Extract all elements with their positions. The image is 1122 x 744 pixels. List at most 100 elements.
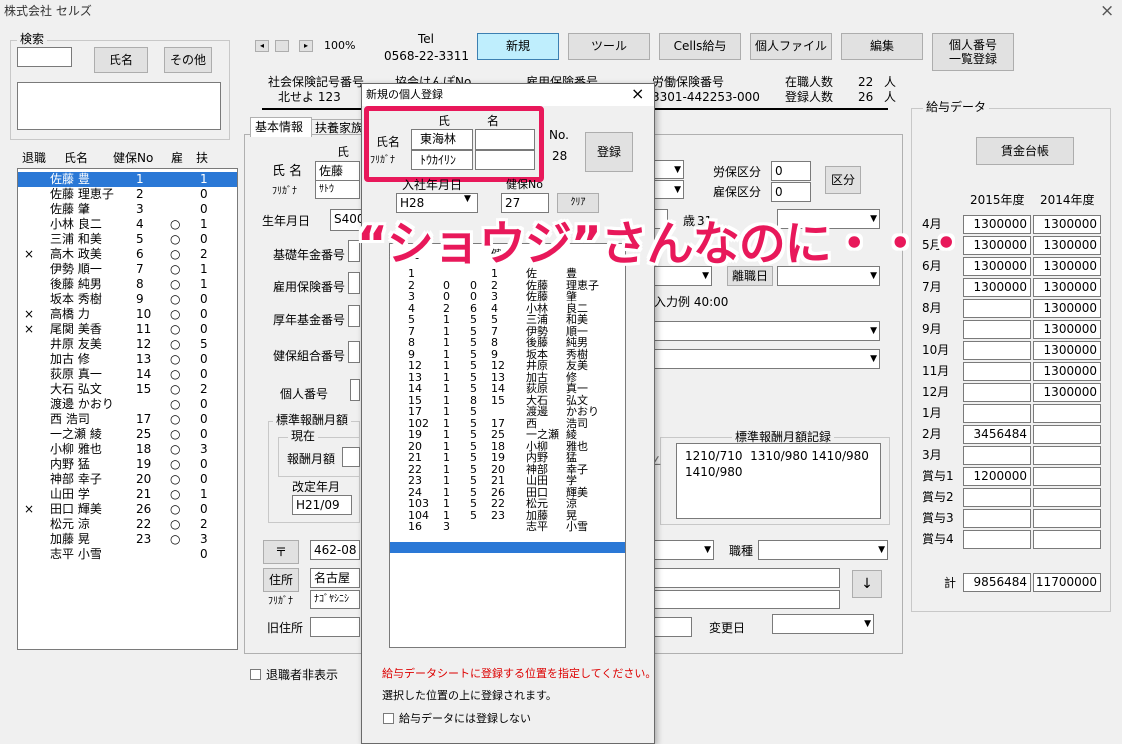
salary-cell-2015[interactable]: 3456484	[963, 425, 1031, 444]
kenpo-no-field[interactable]: 27	[501, 193, 549, 213]
employee-row[interactable]: × 高橋 力 10 ○ 0	[18, 307, 237, 322]
dialog-register-list[interactable]: 社健 1 1 佐豊 2 0 0 2 佐藤 理恵子 3 0 0 3 佐藤肇 4 2 6 4 小林 良二 5 1 5 5 三浦 和美 7 1…	[389, 243, 626, 648]
employee-row[interactable]: 神部 幸子 20 ○ 0	[18, 472, 237, 487]
address-field[interactable]: 名古屋	[310, 568, 360, 588]
tab-basic-info[interactable]: 基本情報	[250, 117, 312, 137]
old-address-field[interactable]	[310, 617, 360, 637]
employee-row[interactable]: × 田口 輝美 26 ○ 0	[18, 502, 237, 517]
window-close-button[interactable]: ×	[1100, 3, 1114, 20]
koyo-insurance-field[interactable]	[348, 272, 360, 294]
salary-cell-2014[interactable]: 1300000	[1033, 236, 1101, 255]
employee-row[interactable]: 荻原 真一 14 ○ 0	[18, 367, 237, 382]
address-down-button[interactable]: ↓	[852, 570, 882, 598]
employee-row[interactable]: 小柳 雅也 18 ○ 3	[18, 442, 237, 457]
address-field-right[interactable]	[654, 568, 840, 588]
salary-cell-2015[interactable]: 1300000	[963, 236, 1031, 255]
rosai-field[interactable]: 0	[771, 161, 811, 181]
salary-cell-2014[interactable]	[1033, 509, 1101, 528]
salary-cell-2014[interactable]	[1033, 404, 1101, 423]
prev-page-button[interactable]: ◂	[255, 40, 269, 52]
right-select-1[interactable]: ▼	[654, 160, 684, 179]
new-button[interactable]: 新規	[477, 33, 559, 60]
employee-row[interactable]: 一之瀬 綾 25 ○ 0	[18, 427, 237, 442]
salary-cell-2015[interactable]	[963, 530, 1031, 549]
employee-row[interactable]: 大石 弘文 15 ○ 2	[18, 382, 237, 397]
personal-file-button[interactable]: 個人ファイル	[750, 33, 832, 60]
employee-row[interactable]: 三浦 和美 5 ○ 0	[18, 232, 237, 247]
salary-cell-2015[interactable]: 1300000	[963, 278, 1031, 297]
salary-cell-2015[interactable]	[963, 404, 1031, 423]
employee-row[interactable]: 松元 涼 22 ○ 2	[18, 517, 237, 532]
salary-cell-2014[interactable]	[1033, 530, 1101, 549]
mynumber-field[interactable]	[350, 379, 360, 401]
kaitei-field[interactable]: H21/09	[292, 495, 352, 515]
employee-row[interactable]: 西 浩司 17 ○ 0	[18, 412, 237, 427]
zip-button[interactable]: 〒	[263, 540, 299, 564]
employee-row[interactable]: 後藤 純男 8 ○ 1	[18, 277, 237, 292]
change-date-select[interactable]: ▼	[772, 614, 874, 634]
next-page-button[interactable]: ▸	[299, 40, 313, 52]
employee-row[interactable]: 伊勢 順一 7 ○ 1	[18, 262, 237, 277]
hyojun-record-box[interactable]: 1210/710 1310/980 1410/980 1410/980	[676, 443, 881, 519]
salary-cell-2015[interactable]	[963, 362, 1031, 381]
employee-row[interactable]: 小林 良二 4 ○ 1	[18, 217, 237, 232]
salary-cell-2014[interactable]: 1300000	[1033, 362, 1101, 381]
salary-cell-2014[interactable]: 1300000	[1033, 320, 1101, 339]
dialog-list-selected-row[interactable]	[390, 542, 625, 553]
zip-field[interactable]: 462-08	[310, 540, 360, 560]
last-name-kana-field[interactable]: ｻﾄｳ	[315, 180, 360, 199]
kumiai-field[interactable]	[348, 341, 360, 363]
kubun-button[interactable]: 区分	[825, 166, 861, 194]
search-name-button[interactable]: 氏名	[94, 47, 148, 73]
employee-row[interactable]: 加藤 晃 23 ○ 3	[18, 532, 237, 547]
employee-row[interactable]: 佐藤 豊 1 1	[18, 172, 237, 187]
stop-button[interactable]	[275, 40, 289, 52]
employee-row[interactable]: 坂本 秀樹 9 ○ 0	[18, 292, 237, 307]
hoshu-field[interactable]	[342, 447, 360, 467]
salary-cell-2015[interactable]	[963, 341, 1031, 360]
salary-cell-2014[interactable]: 1300000	[1033, 278, 1101, 297]
address-kana-field[interactable]: ﾅｺﾞﾔｼﾆｼ	[310, 590, 360, 609]
employee-row[interactable]: 渡邊 かおり ○ 0	[18, 397, 237, 412]
old-address-field-right[interactable]	[654, 617, 692, 637]
salary-cell-2014[interactable]: 1300000	[1033, 215, 1101, 234]
salary-cell-2014[interactable]	[1033, 488, 1101, 507]
job-select[interactable]: ▼	[758, 540, 888, 560]
employee-row[interactable]: 佐藤 肇 3 0	[18, 202, 237, 217]
tool-button[interactable]: ツール	[568, 33, 650, 60]
salary-cell-2015[interactable]: 1300000	[963, 257, 1031, 276]
employee-row[interactable]: × 尾関 美香 11 ○ 0	[18, 322, 237, 337]
cells-pay-button[interactable]: Cells給与	[659, 33, 741, 60]
wage-ledger-button[interactable]: 賃金台帳	[976, 137, 1074, 165]
tab-dependents[interactable]: 扶養家族	[311, 119, 367, 137]
employee-row[interactable]: 内野 猛 19 ○ 0	[18, 457, 237, 472]
salary-cell-2015[interactable]	[963, 299, 1031, 318]
salary-cell-2015[interactable]: 1200000	[963, 467, 1031, 486]
salary-cell-2014[interactable]: 1300000	[1033, 257, 1101, 276]
salary-cell-2015[interactable]	[963, 383, 1031, 402]
no-salary-register-checkbox[interactable]	[383, 713, 394, 724]
clear-button[interactable]: ｸﾘｱ	[557, 193, 599, 213]
salary-cell-2015[interactable]	[963, 446, 1031, 465]
employee-row[interactable]: 佐藤 理恵子 2 0	[18, 187, 237, 202]
salary-cell-2014[interactable]: 1300000	[1033, 299, 1101, 318]
my-number-list-button[interactable]: 個人番号 一覧登録	[932, 33, 1014, 71]
salary-cell-2015[interactable]	[963, 488, 1031, 507]
salary-cell-2014[interactable]	[1033, 425, 1101, 444]
right-select-7[interactable]: ▼	[654, 321, 880, 341]
right-select-8[interactable]: ▼	[654, 349, 880, 369]
address-kana-field-right[interactable]	[654, 590, 840, 609]
address-button[interactable]: 住所	[263, 568, 299, 592]
salary-cell-2015[interactable]: 1300000	[963, 215, 1031, 234]
search-results-box[interactable]	[17, 82, 221, 130]
zip-select[interactable]: ▼	[654, 540, 714, 560]
salary-cell-2014[interactable]: 1300000	[1033, 341, 1101, 360]
salary-cell-2014[interactable]	[1033, 467, 1101, 486]
salary-cell-2014[interactable]	[1033, 446, 1101, 465]
dialog-close-button[interactable]: ×	[631, 86, 644, 102]
employee-row[interactable]: 志平 小雪 0	[18, 547, 237, 562]
search-other-button[interactable]: その他	[164, 47, 212, 73]
dialog-register-button[interactable]: 登録	[585, 132, 633, 172]
employee-row[interactable]: 山田 学 21 ○ 1	[18, 487, 237, 502]
edit-button[interactable]: 編集	[841, 33, 923, 60]
